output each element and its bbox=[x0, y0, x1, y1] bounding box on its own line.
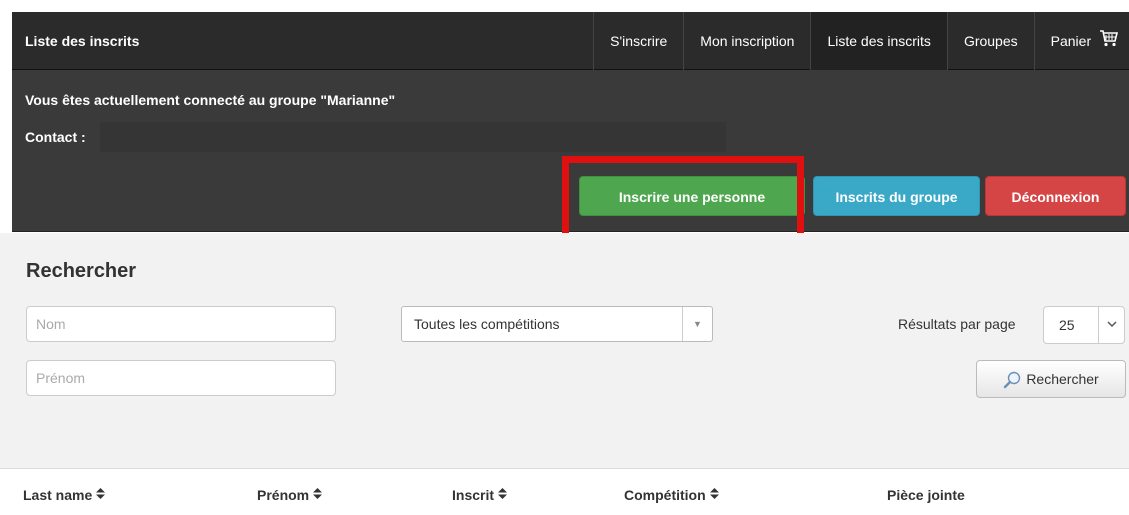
navbar-brand[interactable]: Liste des inscrits bbox=[25, 12, 139, 70]
column-header-label: Prénom bbox=[257, 487, 310, 503]
last-name-input[interactable] bbox=[26, 306, 336, 342]
group-members-button[interactable]: Inscrits du groupe bbox=[813, 176, 980, 216]
column-header-label: Compétition bbox=[624, 487, 706, 503]
nav-item-liste-des-inscrits[interactable]: Liste des inscrits bbox=[810, 12, 947, 70]
sort-icon bbox=[96, 488, 106, 502]
register-person-button[interactable]: Inscrire une personne bbox=[579, 176, 805, 216]
top-navbar: Liste des inscrits S'inscrire Mon inscri… bbox=[12, 12, 1129, 70]
chevron-down-icon: ▼ bbox=[682, 307, 712, 341]
cart-icon bbox=[1099, 13, 1119, 71]
logout-button[interactable]: Déconnexion bbox=[985, 176, 1126, 216]
group-panel: Vous êtes actuellement connecté au group… bbox=[12, 70, 1129, 232]
results-per-page-label: Résultats par page bbox=[898, 316, 1016, 332]
nav-item-sinscrire[interactable]: S'inscrire bbox=[593, 12, 683, 70]
column-header-piece-jointe: Pièce jointe bbox=[887, 487, 965, 503]
results-per-page-value: 25 bbox=[1059, 317, 1075, 333]
column-header-label: Pièce jointe bbox=[887, 487, 965, 503]
competition-select-value: Toutes les compétitions bbox=[414, 316, 560, 332]
column-header-prenom[interactable]: Prénom bbox=[257, 487, 323, 503]
sort-icon bbox=[313, 488, 323, 502]
column-header-label: Inscrit bbox=[452, 487, 495, 503]
connected-group-text: Vous êtes actuellement connecté au group… bbox=[25, 92, 396, 108]
nav-item-panier[interactable]: Panier bbox=[1033, 12, 1129, 71]
nav-item-mon-inscription[interactable]: Mon inscription bbox=[683, 12, 810, 70]
search-title: Rechercher bbox=[26, 260, 137, 282]
contact-redacted bbox=[100, 122, 726, 152]
results-table-header: Last name Prénom Inscrit Compétition Piè… bbox=[0, 468, 1129, 515]
sort-icon bbox=[498, 488, 508, 502]
competition-select[interactable]: Toutes les compétitions ▼ bbox=[401, 306, 713, 342]
search-button-label: Rechercher bbox=[1026, 371, 1099, 387]
results-per-page-select[interactable]: 25 bbox=[1043, 306, 1125, 344]
sort-icon bbox=[709, 488, 719, 502]
navbar-menu: S'inscrire Mon inscription Liste des ins… bbox=[593, 12, 1129, 70]
search-button[interactable]: Rechercher bbox=[976, 360, 1126, 398]
nav-item-groupes[interactable]: Groupes bbox=[946, 12, 1034, 70]
first-name-input[interactable] bbox=[26, 360, 336, 396]
chevron-down-icon bbox=[1098, 307, 1124, 343]
column-header-inscrit[interactable]: Inscrit bbox=[452, 487, 508, 503]
nav-item-panier-label: Panier bbox=[1050, 33, 1092, 49]
column-header-label: Last name bbox=[23, 487, 93, 503]
search-section bbox=[0, 233, 1129, 468]
contact-label: Contact : bbox=[25, 129, 86, 145]
column-header-competition[interactable]: Compétition bbox=[624, 487, 719, 503]
magnifier-icon bbox=[1004, 372, 1021, 389]
column-header-last-name[interactable]: Last name bbox=[23, 487, 106, 503]
